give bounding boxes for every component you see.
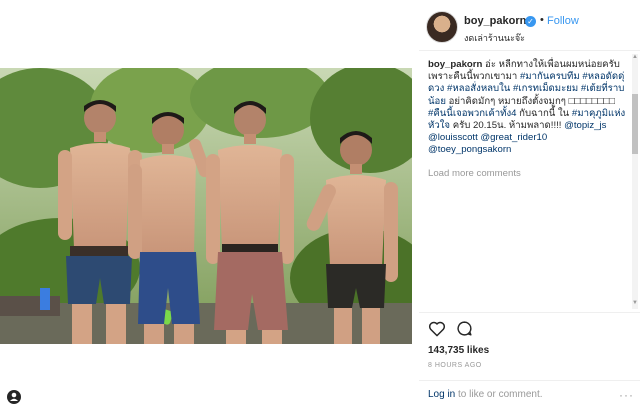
- load-more-comments-button[interactable]: Load more comments: [428, 168, 521, 179]
- post-actions: [428, 320, 508, 338]
- login-prompt-text: to like or comment.: [455, 389, 543, 400]
- post-header: boy_pakorn ✓ • Follow งดเล่าร้านนะจ๊ะ: [419, 6, 629, 46]
- mention-link[interactable]: @louisscott: [428, 132, 478, 143]
- mention-link[interactable]: @great_rider10: [480, 132, 547, 143]
- user-tag-icon[interactable]: [7, 390, 21, 404]
- caption-username[interactable]: boy_pakorn: [428, 59, 482, 70]
- post-photo[interactable]: [0, 68, 412, 344]
- login-link[interactable]: Log in: [428, 389, 455, 400]
- likes-count[interactable]: 143,735 likes: [428, 345, 489, 356]
- heart-icon[interactable]: [428, 320, 446, 342]
- post-caption: boy_pakorn อ่ะ หลีกทางให้เพื่อนผมหน่อยคร…: [428, 59, 633, 157]
- post-location[interactable]: งดเล่าร้านนะจ๊ะ: [464, 31, 525, 45]
- login-divider: [419, 380, 640, 381]
- hashtag-link[interactable]: #เกรทเม็ดมะยม: [513, 83, 578, 94]
- mention-link[interactable]: @toey_pongsakorn: [428, 144, 511, 155]
- post-username[interactable]: boy_pakorn: [464, 15, 526, 27]
- more-options-icon[interactable]: ···: [619, 388, 634, 402]
- comment-bubble-icon[interactable]: [456, 320, 473, 342]
- login-prompt: Log in to like or comment.: [428, 389, 543, 400]
- hashtag-link[interactable]: #หลอสั่งหลบใน: [447, 83, 510, 94]
- caption-text: อย่าคิดมักๆ หมายถึงตั้งจมูกๆ □□□□□□□□: [445, 95, 615, 107]
- caption-text: กับฉากนี้ ใน: [516, 107, 572, 119]
- avatar[interactable]: [426, 11, 458, 43]
- post-sidebar: boy_pakorn ✓ • Follow งดเล่าร้านนะจ๊ะ bo…: [419, 0, 640, 410]
- scroll-down-icon[interactable]: ▼: [632, 300, 638, 306]
- hashtag-link[interactable]: #มากันครบทีม: [520, 71, 580, 82]
- post-timestamp: 8 HOURS AGO: [428, 362, 482, 369]
- scrollbar-thumb[interactable]: [632, 94, 638, 154]
- separator-dot: •: [540, 14, 544, 26]
- follow-button[interactable]: Follow: [547, 15, 579, 27]
- mention-link[interactable]: @topiz_js: [564, 120, 606, 131]
- header-divider: [419, 50, 640, 51]
- hashtag-link[interactable]: #คืนนี้เจอพวกเค้าทั้ง4: [428, 108, 516, 119]
- actions-divider: [419, 312, 640, 313]
- caption-text: ครับ 20.15น. ห้ามพลาด!!!!: [450, 120, 565, 132]
- comments-scrollbar[interactable]: [632, 54, 638, 309]
- verified-badge-icon: ✓: [525, 16, 536, 27]
- scroll-up-icon[interactable]: ▲: [632, 54, 638, 60]
